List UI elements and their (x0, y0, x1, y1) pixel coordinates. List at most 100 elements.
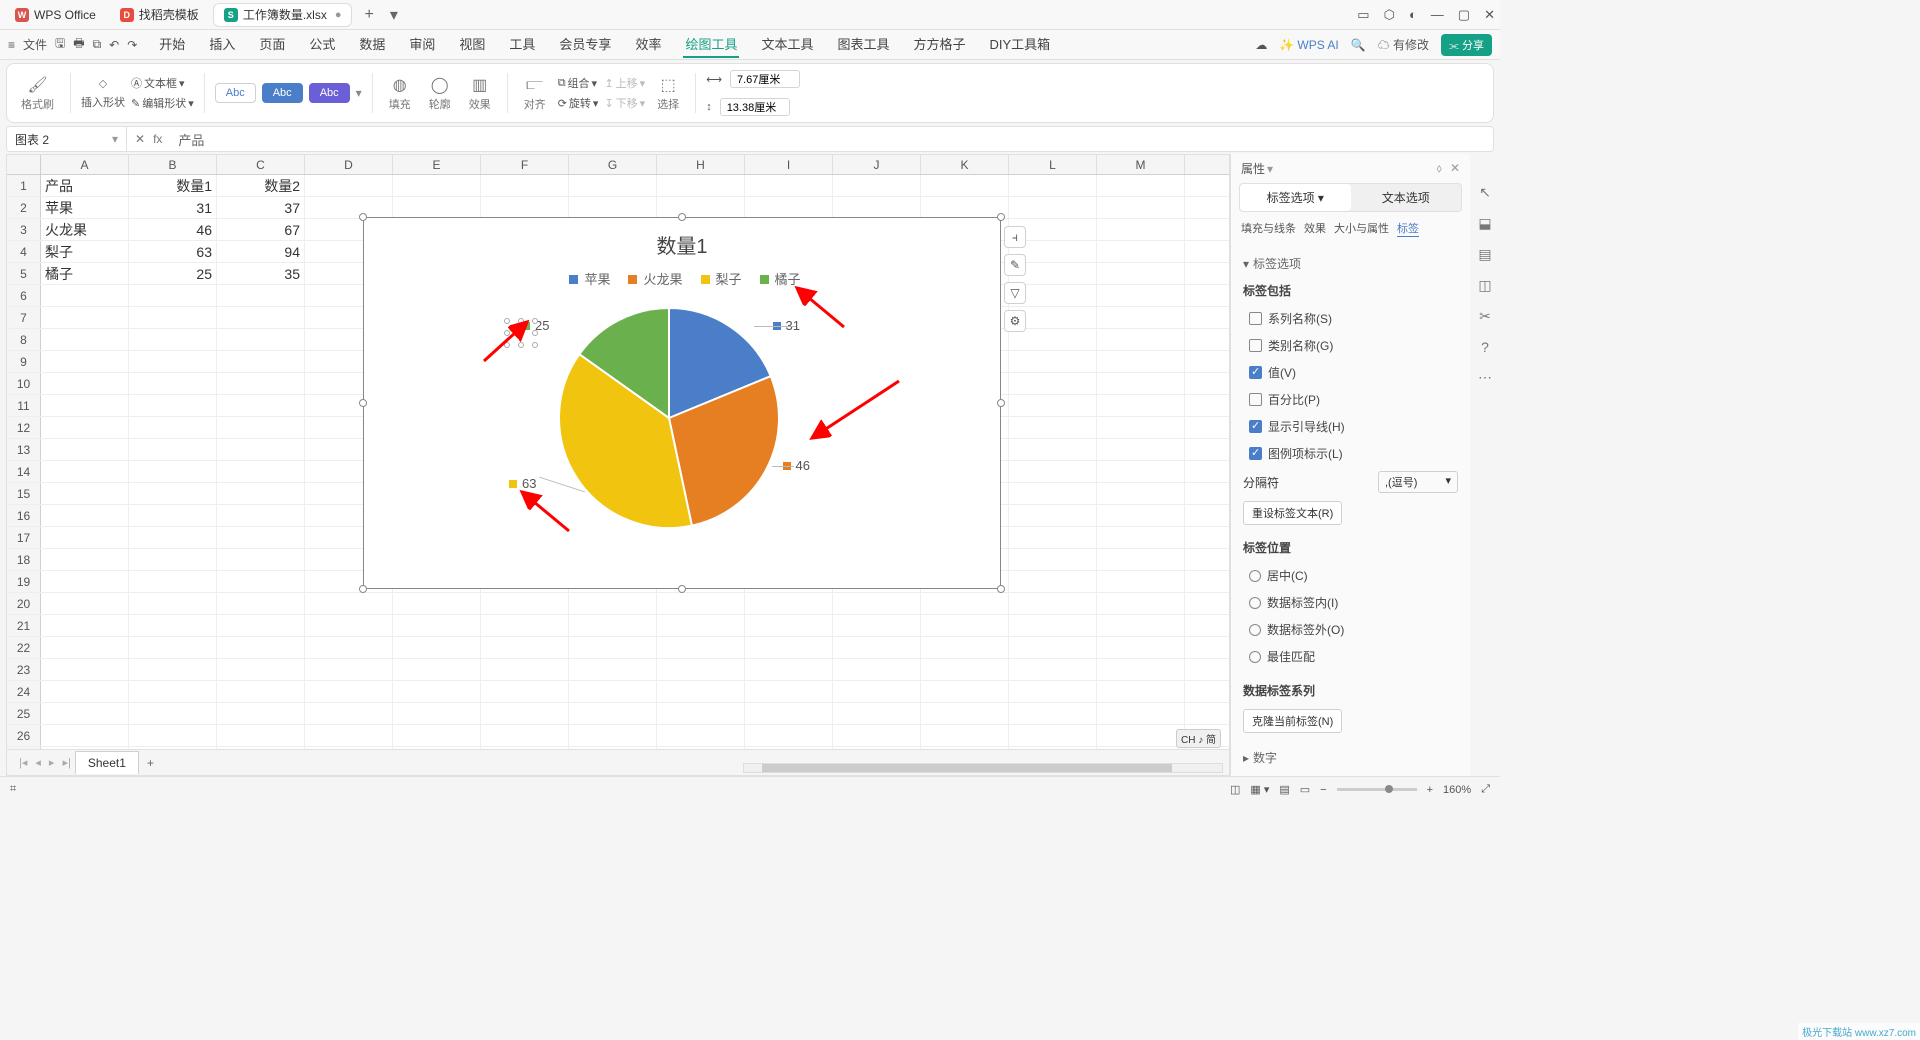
cell[interactable] (1097, 725, 1185, 746)
menu-4[interactable]: 数据 (357, 31, 387, 58)
pin-icon[interactable]: ⬨ (1437, 161, 1442, 176)
maximize-icon[interactable]: ▢ (1458, 7, 1470, 23)
sheet-tab-1[interactable]: Sheet1 (75, 751, 139, 774)
cell[interactable] (41, 637, 129, 658)
cell[interactable] (1009, 351, 1097, 372)
cell[interactable] (1009, 571, 1097, 592)
cell[interactable]: 31 (129, 197, 217, 218)
cell[interactable] (41, 571, 129, 592)
col-header[interactable]: I (745, 155, 833, 174)
cell[interactable] (745, 703, 833, 724)
cell[interactable] (921, 637, 1009, 658)
cell[interactable] (745, 615, 833, 636)
chart-elements-button[interactable]: ⫞ (1004, 226, 1026, 248)
cell[interactable] (1097, 197, 1185, 218)
cell[interactable] (305, 681, 393, 702)
align-button[interactable]: ⫍对齐 (518, 68, 552, 118)
cell[interactable] (1097, 285, 1185, 306)
cell[interactable] (569, 637, 657, 658)
col-header[interactable]: C (217, 155, 305, 174)
radio-outside[interactable] (1249, 624, 1261, 636)
cell[interactable] (1097, 527, 1185, 548)
edit-shape-button[interactable]: ✎ 编辑形状 ▾ (131, 95, 194, 111)
radio-bestfit[interactable] (1249, 651, 1261, 663)
rotate-button[interactable]: ⟳ 旋转 ▾ (558, 95, 599, 111)
cell[interactable] (921, 681, 1009, 702)
add-sheet-button[interactable]: + (139, 756, 162, 770)
tab-wps-office[interactable]: WWPS Office (5, 3, 106, 27)
format-painter-button[interactable]: 🖌格式刷 (15, 68, 60, 118)
subtab-fill[interactable]: 填充与线条 (1241, 220, 1296, 237)
window-box-icon[interactable]: ▭ (1357, 7, 1369, 23)
cell[interactable] (1097, 241, 1185, 262)
cell[interactable] (129, 725, 217, 746)
cell[interactable] (41, 725, 129, 746)
cell[interactable] (657, 197, 745, 218)
redo-icon[interactable]: ↷ (127, 38, 137, 52)
chart-filter-button[interactable]: ▽ (1004, 282, 1026, 304)
cell[interactable] (1009, 505, 1097, 526)
width-input[interactable] (730, 70, 800, 88)
chk-leader-lines[interactable] (1249, 420, 1262, 433)
cell[interactable] (129, 527, 217, 548)
col-header[interactable]: M (1097, 155, 1185, 174)
cell[interactable] (1097, 439, 1185, 460)
cell[interactable] (745, 593, 833, 614)
cell[interactable] (129, 461, 217, 482)
chart-legend[interactable]: 苹果火龙果梨子橘子 (364, 269, 1000, 288)
select-all-corner[interactable] (7, 155, 41, 174)
tools-icon[interactable]: ✂ (1479, 308, 1491, 325)
cell[interactable] (1009, 615, 1097, 636)
row-header[interactable]: 23 (7, 659, 41, 680)
legend-item[interactable]: 梨子 (695, 272, 742, 287)
sheet-last-icon[interactable]: ▸| (58, 756, 74, 769)
cell[interactable] (1009, 417, 1097, 438)
row-header[interactable]: 8 (7, 329, 41, 350)
cell[interactable] (41, 659, 129, 680)
row-header[interactable]: 10 (7, 373, 41, 394)
col-header[interactable]: B (129, 155, 217, 174)
menu-12[interactable]: 图表工具 (835, 31, 891, 58)
row-header[interactable]: 5 (7, 263, 41, 284)
cell[interactable] (393, 703, 481, 724)
cell[interactable] (129, 307, 217, 328)
view-normal-icon[interactable]: ▦ ▾ (1250, 783, 1269, 796)
cell[interactable]: 产品 (41, 175, 129, 196)
cell[interactable] (1097, 637, 1185, 658)
fill-button[interactable]: ◍填充 (383, 68, 417, 118)
cell[interactable] (305, 197, 393, 218)
cell[interactable] (217, 461, 305, 482)
cell[interactable] (129, 483, 217, 504)
sheet-first-icon[interactable]: |◂ (15, 756, 31, 769)
row-header[interactable]: 7 (7, 307, 41, 328)
row-header[interactable]: 12 (7, 417, 41, 438)
cell[interactable] (129, 659, 217, 680)
chk-legend-key[interactable] (1249, 447, 1262, 460)
row-header[interactable]: 26 (7, 725, 41, 746)
radio-inside[interactable] (1249, 597, 1261, 609)
cell[interactable] (129, 439, 217, 460)
row-header[interactable]: 3 (7, 219, 41, 240)
cell[interactable] (217, 351, 305, 372)
cell[interactable] (745, 681, 833, 702)
cell[interactable] (1009, 637, 1097, 658)
cell[interactable] (1009, 197, 1097, 218)
reset-label-button[interactable]: 重设标签文本(R) (1243, 501, 1342, 525)
cell[interactable]: 94 (217, 241, 305, 262)
cell[interactable] (1009, 549, 1097, 570)
share-button[interactable]: ⫘ 分享 (1441, 34, 1492, 56)
cell[interactable] (1009, 483, 1097, 504)
cell[interactable] (1097, 549, 1185, 570)
cell[interactable] (393, 659, 481, 680)
zoom-slider[interactable] (1337, 788, 1417, 791)
cell[interactable] (217, 593, 305, 614)
pie-chart[interactable] (549, 298, 789, 538)
cell[interactable] (129, 373, 217, 394)
zoom-in-icon[interactable]: + (1427, 784, 1433, 796)
cell[interactable] (745, 197, 833, 218)
section-numbers[interactable]: ▸ 数字 (1243, 745, 1458, 770)
row-header[interactable]: 19 (7, 571, 41, 592)
cell[interactable] (393, 197, 481, 218)
chart-object[interactable]: ⫞ ✎ ▽ ⚙ 数量1 苹果火龙果梨子橘子 31 46 63 25 (363, 217, 1001, 589)
cell[interactable] (217, 439, 305, 460)
